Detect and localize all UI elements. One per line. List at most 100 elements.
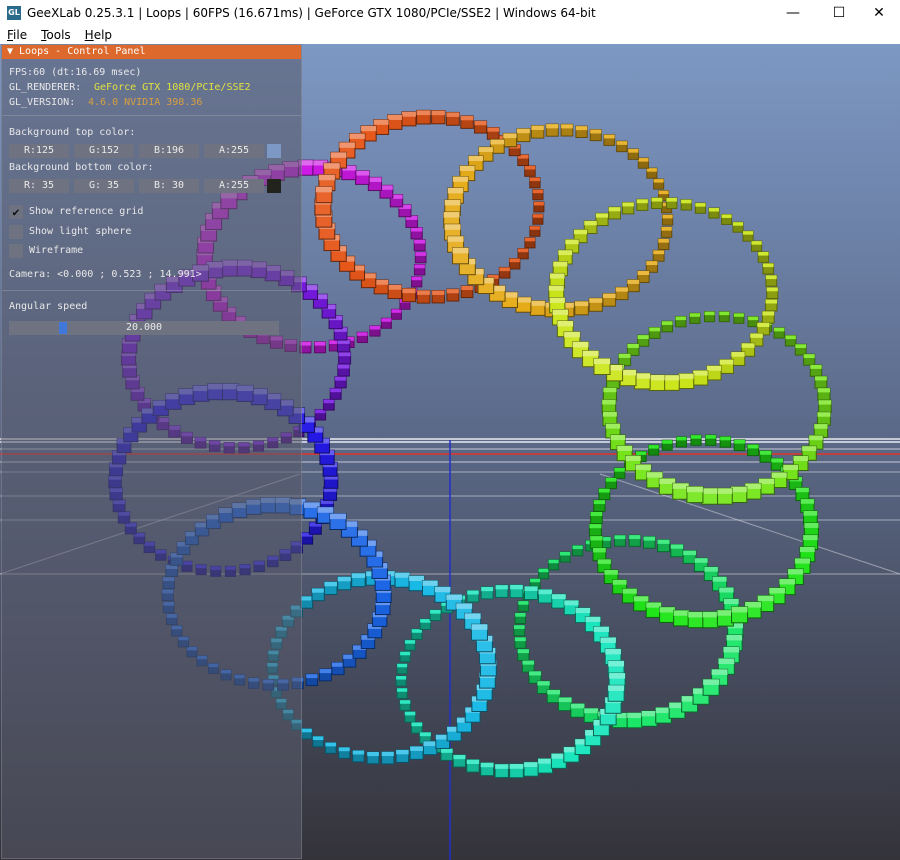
loop-cube: [524, 585, 539, 600]
bg-bottom-b-field[interactable]: B: 30: [139, 179, 199, 193]
loop-cube: [719, 436, 732, 448]
loop-cube: [670, 543, 684, 558]
loop-cube: [715, 487, 733, 505]
loop-cube: [537, 758, 553, 774]
loop-cube: [495, 584, 509, 598]
bg-top-color-swatch[interactable]: [267, 144, 281, 158]
wireframe-label: Wireframe: [29, 245, 84, 256]
loop-cube: [747, 444, 760, 457]
loop-cube: [557, 696, 573, 712]
loop-cube: [633, 372, 651, 390]
close-button[interactable]: ✕: [856, 0, 900, 26]
gl-renderer-value: GeForce GTX 1080/PCIe/SSE2: [94, 82, 251, 93]
loop-cube: [615, 286, 629, 301]
bg-top-g-field[interactable]: G:152: [74, 144, 134, 158]
bg-top-r-field[interactable]: R:125: [9, 144, 69, 158]
loop-cube: [660, 226, 673, 238]
loop-cube: [678, 373, 695, 390]
loop-cube: [616, 140, 628, 153]
loop-cube: [413, 264, 426, 276]
menu-file[interactable]: File: [0, 28, 34, 42]
bg-bottom-g-field[interactable]: G: 35: [74, 179, 134, 193]
loop-cube: [338, 746, 351, 759]
loop-cube: [460, 115, 474, 129]
loop-cube: [410, 721, 423, 734]
title-bar: GL GeeXLab 0.25.3.1 | Loops | 60FPS (16.…: [0, 0, 900, 26]
loop-cube: [405, 215, 419, 228]
loop-cube: [708, 207, 720, 219]
loop-cube: [672, 482, 690, 500]
loop-cube: [390, 308, 402, 320]
loop-cube: [750, 240, 763, 252]
show-light-sphere-label: Show light sphere: [29, 226, 132, 237]
loop-cube: [305, 673, 319, 687]
loop-cube: [480, 586, 494, 600]
divider: [2, 290, 301, 291]
bg-bottom-color-swatch[interactable]: [267, 179, 281, 193]
loop-cube: [538, 588, 553, 604]
loop-cube: [595, 212, 609, 227]
loop-cube: [404, 639, 416, 651]
loop-cube: [414, 251, 427, 264]
wireframe-checkbox[interactable]: [9, 244, 23, 258]
loop-cube: [301, 728, 313, 740]
control-panel-header[interactable]: ▼ Loops - Control Panel: [2, 45, 301, 59]
loop-cube: [381, 751, 395, 765]
loop-cube: [524, 165, 536, 177]
menu-help[interactable]: Help: [78, 28, 119, 42]
loop-cube: [521, 660, 535, 673]
loop-cube: [399, 699, 411, 711]
loop-cube: [657, 238, 670, 251]
loop-cube: [411, 276, 423, 288]
loop-cube: [329, 513, 347, 531]
loop-cube: [652, 249, 665, 262]
angular-speed-slider[interactable]: 20.000: [9, 321, 279, 335]
loop-cube: [598, 488, 611, 501]
loop-cube: [532, 189, 544, 201]
loop-cube: [352, 749, 365, 763]
loop-cube: [508, 258, 521, 270]
loop-cube: [593, 357, 611, 375]
minimize-button[interactable]: —: [770, 0, 816, 26]
loop-cube: [366, 751, 380, 765]
loop-cube: [719, 359, 734, 374]
loop-cube: [687, 611, 705, 629]
loop-cube: [517, 648, 530, 661]
loop-cube: [416, 289, 431, 304]
loop-cube: [648, 444, 660, 456]
show-light-sphere-checkbox[interactable]: [9, 225, 23, 239]
loop-cube: [803, 353, 816, 366]
bg-top-color-label: Background top color:: [9, 127, 136, 138]
loop-cube: [602, 387, 617, 402]
loop-cube: [323, 581, 338, 595]
loop-cube: [356, 331, 368, 344]
loop-cube: [333, 326, 348, 341]
bg-top-a-field[interactable]: A:255: [204, 144, 264, 158]
loop-cube: [645, 601, 662, 618]
bg-top-b-field[interactable]: B:196: [139, 144, 199, 158]
loop-cube: [659, 606, 676, 623]
loop-cube: [367, 176, 383, 192]
loop-cube: [762, 262, 775, 275]
loop-cube: [452, 247, 470, 265]
loop-cube: [514, 636, 527, 649]
loop-cube: [337, 576, 352, 591]
loop-cube: [369, 325, 381, 337]
loop-cube: [466, 589, 480, 603]
render-viewport[interactable]: ▼ Loops - Control Panel FPS:60 (dt:16.69…: [0, 44, 900, 860]
loop-cube: [716, 609, 734, 627]
loop-cube: [517, 600, 529, 612]
loop-cube: [730, 486, 748, 503]
loop-cube: [593, 499, 606, 512]
bg-bottom-r-field[interactable]: R: 35: [9, 179, 69, 193]
show-grid-checkbox[interactable]: ✔: [9, 205, 23, 219]
loop-cube: [445, 111, 460, 126]
loop-cube: [731, 606, 749, 624]
loop-cube: [718, 311, 730, 323]
loop-cube: [314, 409, 327, 421]
loop-cube: [621, 201, 635, 215]
loop-cube: [642, 536, 656, 549]
menu-tools[interactable]: Tools: [34, 28, 78, 42]
bg-bottom-a-field[interactable]: A:255: [204, 179, 264, 193]
loop-cube: [509, 584, 524, 599]
